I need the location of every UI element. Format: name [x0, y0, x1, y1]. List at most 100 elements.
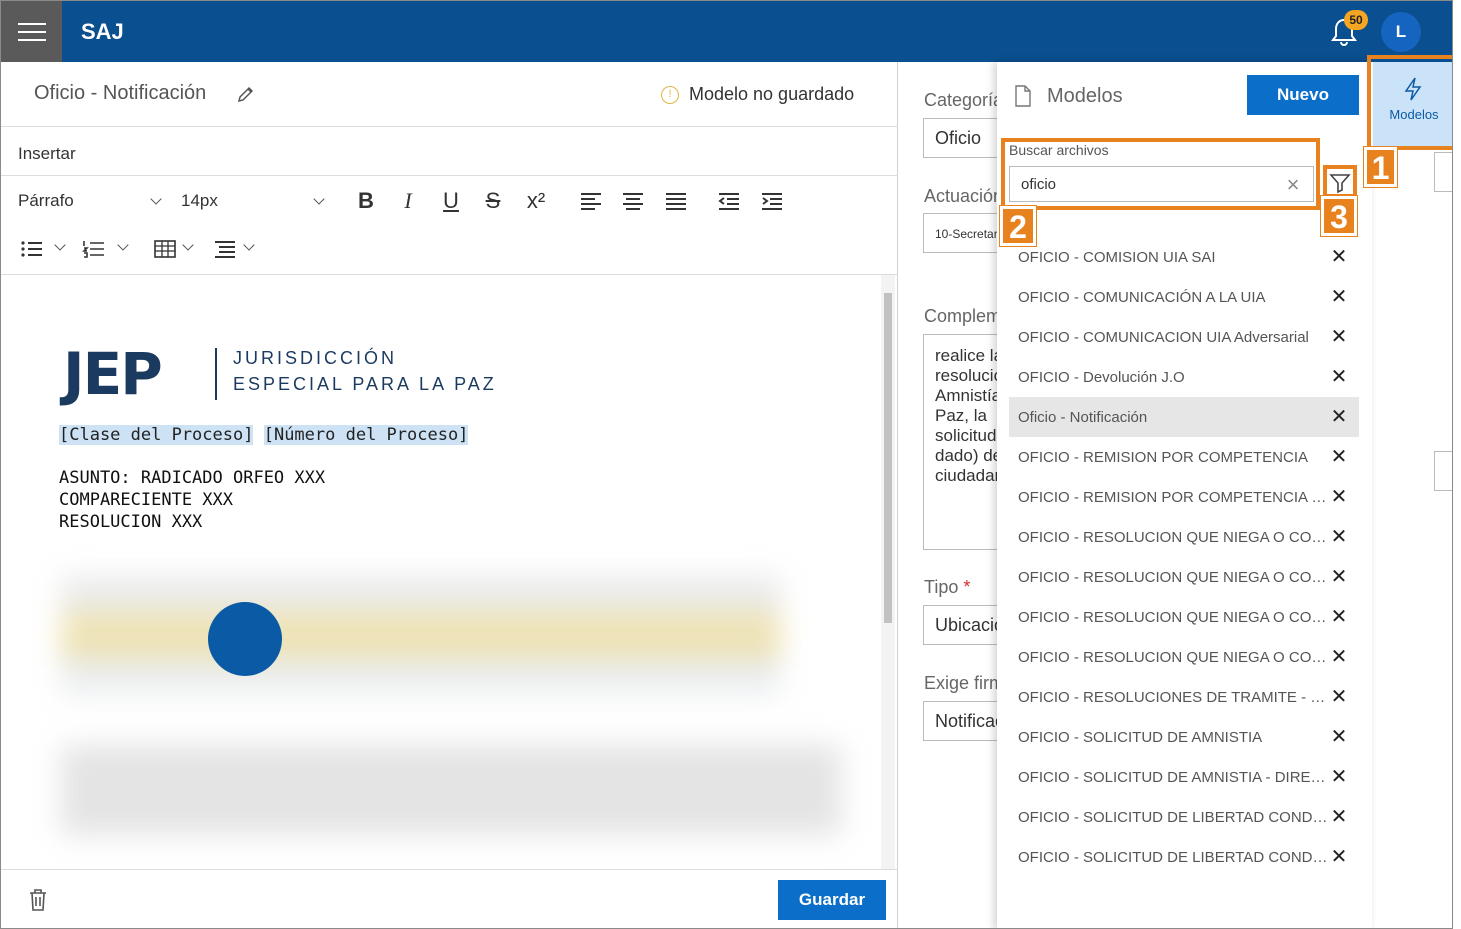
chevron-down-icon[interactable]: [117, 239, 129, 251]
model-list-item-label: OFICIO - RESOLUCION QUE NIEGA O CON...: [1018, 608, 1328, 626]
model-list-item[interactable]: OFICIO - SOLICITUD DE LIBERTAD CONDIC...…: [1009, 837, 1359, 877]
close-icon[interactable]: ✕: [1327, 765, 1351, 789]
menu-icon[interactable]: [1, 1, 62, 62]
table-icon[interactable]: [151, 239, 179, 259]
close-icon[interactable]: ✕: [1327, 365, 1351, 389]
model-list-item[interactable]: OFICIO - RESOLUCION QUE NIEGA O CON... ✕: [1009, 637, 1359, 677]
model-list-item-label: OFICIO - SOLICITUD DE LIBERTAD CONDIC...: [1018, 848, 1328, 866]
model-list-item-label: OFICIO - RESOLUCION QUE NIEGA O CON...: [1018, 528, 1328, 546]
divider: [1, 175, 898, 176]
process-class-field[interactable]: [Clase del Proceso]: [59, 425, 254, 445]
font-size-select[interactable]: 14px: [181, 191, 331, 211]
model-list-item[interactable]: OFICIO - SOLICITUD DE LIBERTAD CONDIC...…: [1009, 797, 1359, 837]
model-list-item-label: OFICIO - REMISION POR COMPETENCIA - ...: [1018, 488, 1328, 506]
toolbar-row-1: Párrafo 14px B I U S x²: [1, 181, 898, 221]
callout-number-3: 3: [1320, 195, 1358, 237]
model-list-item[interactable]: OFICIO - REMISION POR COMPETENCIA - ... ✕: [1009, 477, 1359, 517]
model-list-item[interactable]: OFICIO - RESOLUCION QUE NIEGA O CON... ✕: [1009, 597, 1359, 637]
close-icon[interactable]: ✕: [1327, 605, 1351, 629]
close-icon[interactable]: ✕: [1327, 405, 1351, 429]
close-icon[interactable]: ✕: [1327, 565, 1351, 589]
close-icon[interactable]: ✕: [1327, 525, 1351, 549]
model-list-item[interactable]: OFICIO - RESOLUCION QUE NIEGA O CON... ✕: [1009, 517, 1359, 557]
resolution-line: RESOLUCION XXX: [59, 512, 203, 532]
model-list-item[interactable]: OFICIO - REMISION POR COMPETENCIA ✕: [1009, 437, 1359, 477]
process-placeholders: [Clase del Proceso] [Número del Proceso]: [59, 425, 469, 445]
close-icon[interactable]: ✕: [1327, 845, 1351, 869]
align-justify-icon[interactable]: [662, 191, 690, 211]
callout-number-2: 2: [999, 205, 1037, 247]
models-list: OFICIO - COMISION UIA SAI ✕ OFICIO - COMUN…: [1009, 237, 1359, 877]
chevron-down-icon[interactable]: [182, 239, 194, 251]
save-button[interactable]: Guardar: [778, 880, 886, 920]
subject-block: ASUNTO: RADICADO ORFEO XXX COMPARECIENTE…: [59, 467, 325, 533]
close-icon[interactable]: ✕: [1327, 485, 1351, 509]
user-avatar[interactable]: L: [1381, 12, 1421, 52]
scrollbar-thumb[interactable]: [884, 293, 892, 623]
bold-icon[interactable]: B: [352, 188, 380, 214]
document-icon: [1015, 85, 1031, 107]
italic-icon[interactable]: I: [394, 188, 422, 214]
paragraph-format-select[interactable]: Párrafo: [18, 191, 168, 211]
model-list-item[interactable]: OFICIO - RESOLUCION QUE NIEGA O CON... ✕: [1009, 557, 1359, 597]
save-status: ! Modelo no guardado: [661, 84, 854, 105]
align-center-icon[interactable]: [619, 191, 647, 211]
divider: [1, 126, 898, 127]
close-icon[interactable]: ✕: [1327, 445, 1351, 469]
model-list-item[interactable]: Oficio - Notificación ✕: [1009, 397, 1359, 437]
logo-line-1: JURISDICCIÓN: [233, 348, 398, 368]
logo-line-2: ESPECIAL PARA LA PAZ: [233, 374, 497, 394]
model-list-item[interactable]: OFICIO - COMISION UIA SAI ✕: [1009, 237, 1359, 277]
vertical-scrollbar[interactable]: [881, 275, 895, 869]
callout-box-3: [1323, 165, 1357, 198]
callout-box-1: [1367, 55, 1452, 150]
model-list-item[interactable]: OFICIO - COMUNICACIÓN A LA UIA ✕: [1009, 277, 1359, 317]
strikethrough-icon[interactable]: S: [479, 188, 507, 214]
type-label: Tipo *: [924, 577, 970, 598]
chevron-down-icon[interactable]: [243, 239, 255, 251]
chevron-down-icon[interactable]: [54, 239, 66, 251]
close-icon[interactable]: ✕: [1327, 725, 1351, 749]
model-list-item-label: OFICIO - COMUNICACION UIA Adversarial: [1018, 328, 1309, 346]
bullet-list-icon[interactable]: [18, 239, 46, 259]
trash-icon[interactable]: [27, 888, 49, 912]
model-list-item-label: OFICIO - COMUNICACIÓN A LA UIA: [1018, 288, 1266, 306]
document-page[interactable]: JEP JURISDICCIÓN ESPECIAL PARA LA PAZ [C…: [1, 275, 881, 869]
model-list-item[interactable]: OFICIO - RESOLUCIONES DE TRAMITE - DI...…: [1009, 677, 1359, 717]
indent-icon[interactable]: [758, 191, 786, 211]
action-label: Actuación: [924, 186, 1004, 206]
align-left-icon[interactable]: [577, 191, 605, 211]
type-label-text: Tipo: [924, 577, 959, 597]
menu-insert[interactable]: Insertar: [18, 144, 76, 164]
close-icon[interactable]: ✕: [1327, 325, 1351, 349]
close-icon[interactable]: ✕: [1327, 685, 1351, 709]
model-list-item-label: OFICIO - REMISION POR COMPETENCIA: [1018, 448, 1309, 466]
chevron-down-icon: [313, 193, 325, 205]
close-icon[interactable]: ✕: [1327, 805, 1351, 829]
model-list-item[interactable]: OFICIO - COMUNICACION UIA Adversarial ✕: [1009, 317, 1359, 357]
model-list-item[interactable]: OFICIO - SOLICITUD DE AMNISTIA - DIREC..…: [1009, 757, 1359, 797]
app-title: SAJ: [81, 19, 124, 44]
underline-icon[interactable]: U: [437, 188, 465, 214]
outdent-icon[interactable]: [715, 191, 743, 211]
model-list-item[interactable]: OFICIO - SOLICITUD DE AMNISTIA ✕: [1009, 717, 1359, 757]
model-list-item-label: OFICIO - RESOLUCION QUE NIEGA O CON...: [1018, 648, 1328, 666]
model-list-item-label: OFICIO - SOLICITUD DE AMNISTIA: [1018, 728, 1263, 746]
subject-line: ASUNTO: RADICADO ORFEO XXX: [59, 468, 326, 488]
model-list-item[interactable]: OFICIO - Devolución J.O ✕: [1009, 357, 1359, 397]
process-number-field[interactable]: [Número del Proceso]: [263, 425, 469, 445]
model-list-item-label: Oficio - Notificación: [1018, 408, 1148, 426]
close-icon[interactable]: ✕: [1327, 645, 1351, 669]
chat-button[interactable]: [208, 602, 282, 676]
close-icon[interactable]: ✕: [1327, 245, 1351, 269]
field-edge: [1434, 451, 1452, 491]
superscript-icon[interactable]: x²: [522, 188, 550, 214]
info-icon: !: [661, 85, 679, 104]
required-marker: *: [963, 577, 971, 597]
top-bar: SAJ 50 L: [1, 1, 1452, 62]
close-icon[interactable]: ✕: [1327, 285, 1351, 309]
paragraph-list-icon[interactable]: [211, 239, 239, 259]
pencil-icon[interactable]: [236, 84, 256, 104]
new-model-button[interactable]: Nuevo: [1247, 75, 1359, 115]
numbered-list-icon[interactable]: [80, 239, 108, 259]
